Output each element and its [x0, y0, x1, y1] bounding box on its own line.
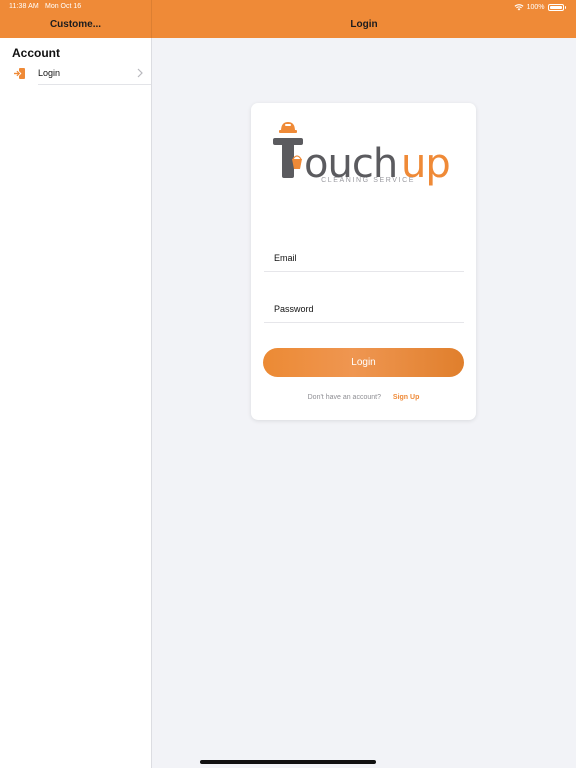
sidebar-item-label: Login — [38, 68, 61, 78]
battery-icon — [547, 3, 564, 11]
sidebar-nav-title: Custome... — [49, 19, 102, 30]
sidebar-item-login[interactable]: Login — [0, 63, 151, 85]
app-window: 11:38 AM Mon Oct 16 100% Custome... Logi… — [0, 0, 576, 768]
battery-percent: 100% — [526, 3, 545, 11]
login-card: ouch up CLEANING SERVICE Login Don't hav… — [251, 103, 476, 420]
chevron-right-icon — [137, 68, 143, 78]
logo-tagline: CLEANING SERVICE — [321, 177, 415, 184]
status-date: Mon Oct 16 — [45, 3, 82, 10]
password-input[interactable] — [264, 298, 464, 320]
main-content: ouch up CLEANING SERVICE Login Don't hav… — [152, 38, 576, 768]
signup-row: Don't have an account? Sign Up — [251, 394, 476, 401]
email-field[interactable] — [264, 247, 464, 272]
status-time: 11:38 AM — [9, 3, 39, 10]
password-field[interactable] — [264, 298, 464, 323]
battery-tip — [564, 5, 566, 9]
email-input[interactable] — [264, 247, 464, 269]
login-icon — [14, 68, 25, 79]
list-divider — [38, 84, 151, 85]
signup-link[interactable]: Sign Up — [393, 394, 419, 401]
status-indicators: 100% — [514, 2, 566, 12]
top-bar: 11:38 AM Mon Oct 16 100% Custome... Logi… — [0, 0, 576, 38]
sidebar: Account Login — [0, 38, 152, 768]
signup-prompt: Don't have an account? — [307, 394, 381, 401]
page-title: Login — [350, 19, 378, 30]
home-indicator[interactable] — [200, 760, 376, 764]
sidebar-section-title: Account — [12, 46, 60, 60]
login-button[interactable]: Login — [263, 348, 464, 377]
wifi-icon — [514, 4, 524, 11]
